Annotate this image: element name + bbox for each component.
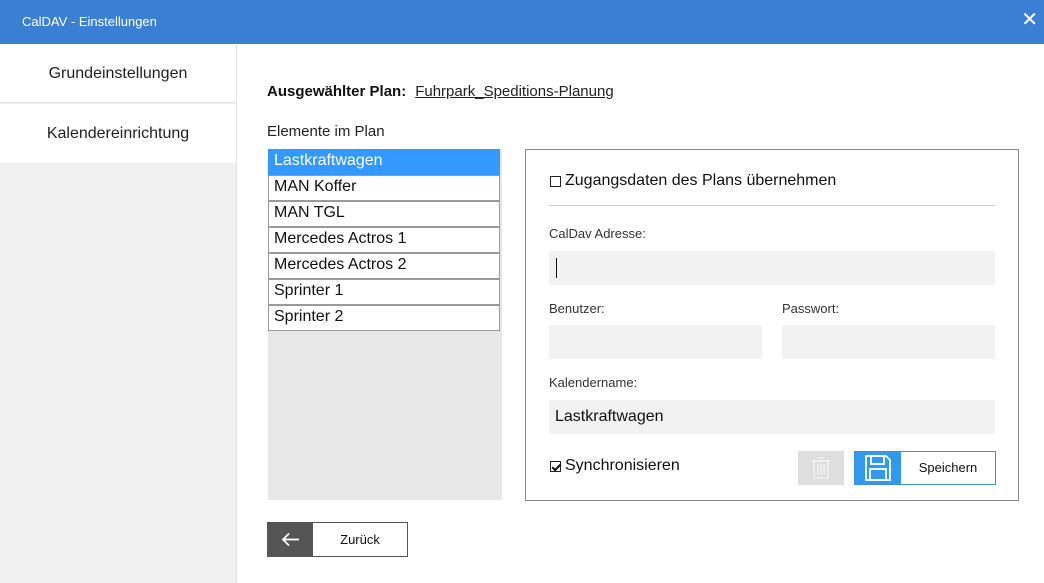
list-item[interactable]: MAN TGL xyxy=(268,201,500,227)
save-button[interactable]: Speichern xyxy=(854,451,996,485)
calendar-name-label: Kalendername: xyxy=(549,375,638,390)
back-button[interactable]: Zurück xyxy=(267,522,408,557)
checkbox-unchecked-icon xyxy=(550,175,561,187)
list-item[interactable]: Sprinter 2 xyxy=(268,305,500,331)
list-item[interactable]: Mercedes Actros 1 xyxy=(268,227,500,253)
synchronize-label: Synchronisieren xyxy=(565,457,680,474)
sidebar-item-kalendereinrichtung[interactable]: Kalendereinrichtung xyxy=(0,104,236,163)
elements-heading: Elemente im Plan xyxy=(267,123,385,140)
caldav-address-input[interactable] xyxy=(549,251,995,285)
use-plan-credentials-checkbox[interactable]: Zugangsdaten des Plans übernehmen xyxy=(550,172,836,190)
divider xyxy=(549,205,995,206)
password-input[interactable] xyxy=(782,325,995,359)
password-label: Passwort: xyxy=(782,301,840,316)
selected-plan-label: Ausgewählter Plan: xyxy=(267,83,407,100)
window-title: CalDAV - Einstellungen xyxy=(22,14,157,29)
use-plan-credentials-label: Zugangsdaten des Plans übernehmen xyxy=(565,172,837,189)
save-button-label: Speichern xyxy=(918,460,978,475)
elements-list[interactable]: Lastkraftwagen MAN Koffer MAN TGL Merced… xyxy=(268,149,502,500)
arrow-left-icon xyxy=(281,532,299,547)
floppy-disk-icon xyxy=(865,455,891,481)
sidebar: Grundeinstellungen Kalendereinrichtung xyxy=(0,44,237,583)
checkbox-checked-icon xyxy=(550,460,561,472)
delete-button[interactable] xyxy=(798,451,844,485)
calendar-name-input[interactable]: Lastkraftwagen xyxy=(549,400,995,434)
caldav-address-label: CalDav Adresse: xyxy=(549,226,646,241)
trash-icon xyxy=(812,457,830,479)
list-item[interactable]: Lastkraftwagen xyxy=(268,149,500,175)
sidebar-item-grundeinstellungen[interactable]: Grundeinstellungen xyxy=(0,44,236,103)
list-item[interactable]: Mercedes Actros 2 xyxy=(268,253,500,279)
user-input[interactable] xyxy=(549,325,762,359)
list-item[interactable]: MAN Koffer xyxy=(268,175,500,201)
selected-plan-link[interactable]: Fuhrpark_Speditions-Planung xyxy=(415,83,613,100)
back-button-label: Zurück xyxy=(340,532,380,547)
title-bar: CalDAV - Einstellungen ✕ xyxy=(0,0,1044,44)
synchronize-checkbox[interactable]: Synchronisieren xyxy=(550,457,680,475)
text-caret xyxy=(556,258,557,278)
close-icon[interactable]: ✕ xyxy=(1021,9,1038,29)
selected-plan-row: Ausgewählter Plan: Fuhrpark_Speditions-Pl… xyxy=(267,83,614,100)
save-icon-box xyxy=(855,452,901,484)
list-item[interactable]: Sprinter 1 xyxy=(268,279,500,305)
user-label: Benutzer: xyxy=(549,301,605,316)
back-icon-box xyxy=(268,523,313,556)
